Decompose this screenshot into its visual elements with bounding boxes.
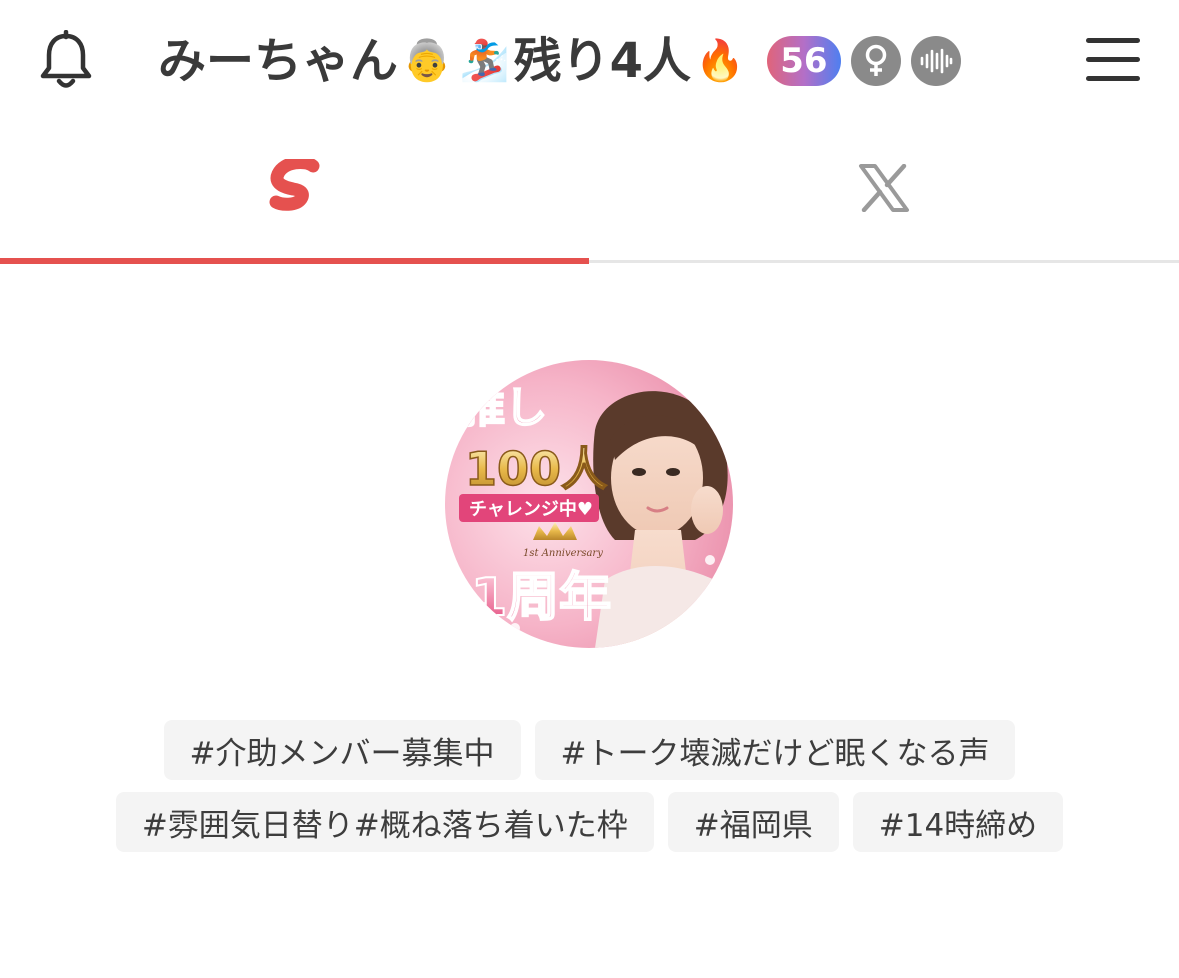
tag-chip[interactable]: #福岡県 [667, 792, 839, 852]
tag-row-1: #介助メンバー募集中 #トーク壊滅だけど眠くなる声 [0, 720, 1179, 780]
bell-icon[interactable] [38, 29, 94, 92]
tab-x[interactable] [589, 120, 1179, 260]
snowboarder-emoji-icon: 🏂 [459, 38, 510, 84]
profile-title: みーちゃん 👵 🏂 残り4人 🔥 56 [158, 28, 961, 94]
avatar-text-1st-year: 1周年 [471, 568, 611, 628]
avatar-text-oshi: 推し [463, 383, 547, 432]
avatar-text-100: 100人 [465, 442, 607, 496]
fire-emoji-icon: 🔥 [695, 38, 745, 84]
top-header: みーちゃん 👵 🏂 残り4人 🔥 56 [0, 0, 1179, 120]
tag-row-2: #雰囲気日替り#概ね落ち着いた枠 #福岡県 #14時締め [0, 792, 1179, 852]
grandma-emoji-icon: 👵 [402, 38, 452, 84]
s-brand-icon [267, 155, 323, 221]
female-icon [850, 36, 901, 86]
menu-icon[interactable] [1086, 38, 1140, 82]
avatar-text-anniversary: 1st Anniversary [523, 548, 603, 559]
remaining-text: 残り4人 [513, 33, 692, 89]
tag-chip[interactable]: #トーク壊滅だけど眠くなる声 [534, 720, 1016, 780]
tag-chip[interactable]: #介助メンバー募集中 [163, 720, 521, 780]
tab-s-brand[interactable] [0, 120, 589, 260]
profile-name: みーちゃん [158, 33, 399, 89]
tag-chip[interactable]: #14時締め [852, 792, 1064, 852]
x-logo-icon [858, 163, 910, 216]
voice-wave-icon [910, 36, 961, 86]
profile-avatar[interactable]: 推し 100人 チャレンジ中♥ 1st Anniversary 1周年 [445, 360, 733, 648]
tab-bar [0, 120, 1179, 266]
avatar-text-challenge: チャレンジ中♥ [469, 498, 593, 520]
tag-chip[interactable]: #雰囲気日替り#概ね落ち着いた枠 [115, 792, 654, 852]
count-badge: 56 [766, 36, 841, 86]
active-tab-indicator [0, 258, 589, 264]
